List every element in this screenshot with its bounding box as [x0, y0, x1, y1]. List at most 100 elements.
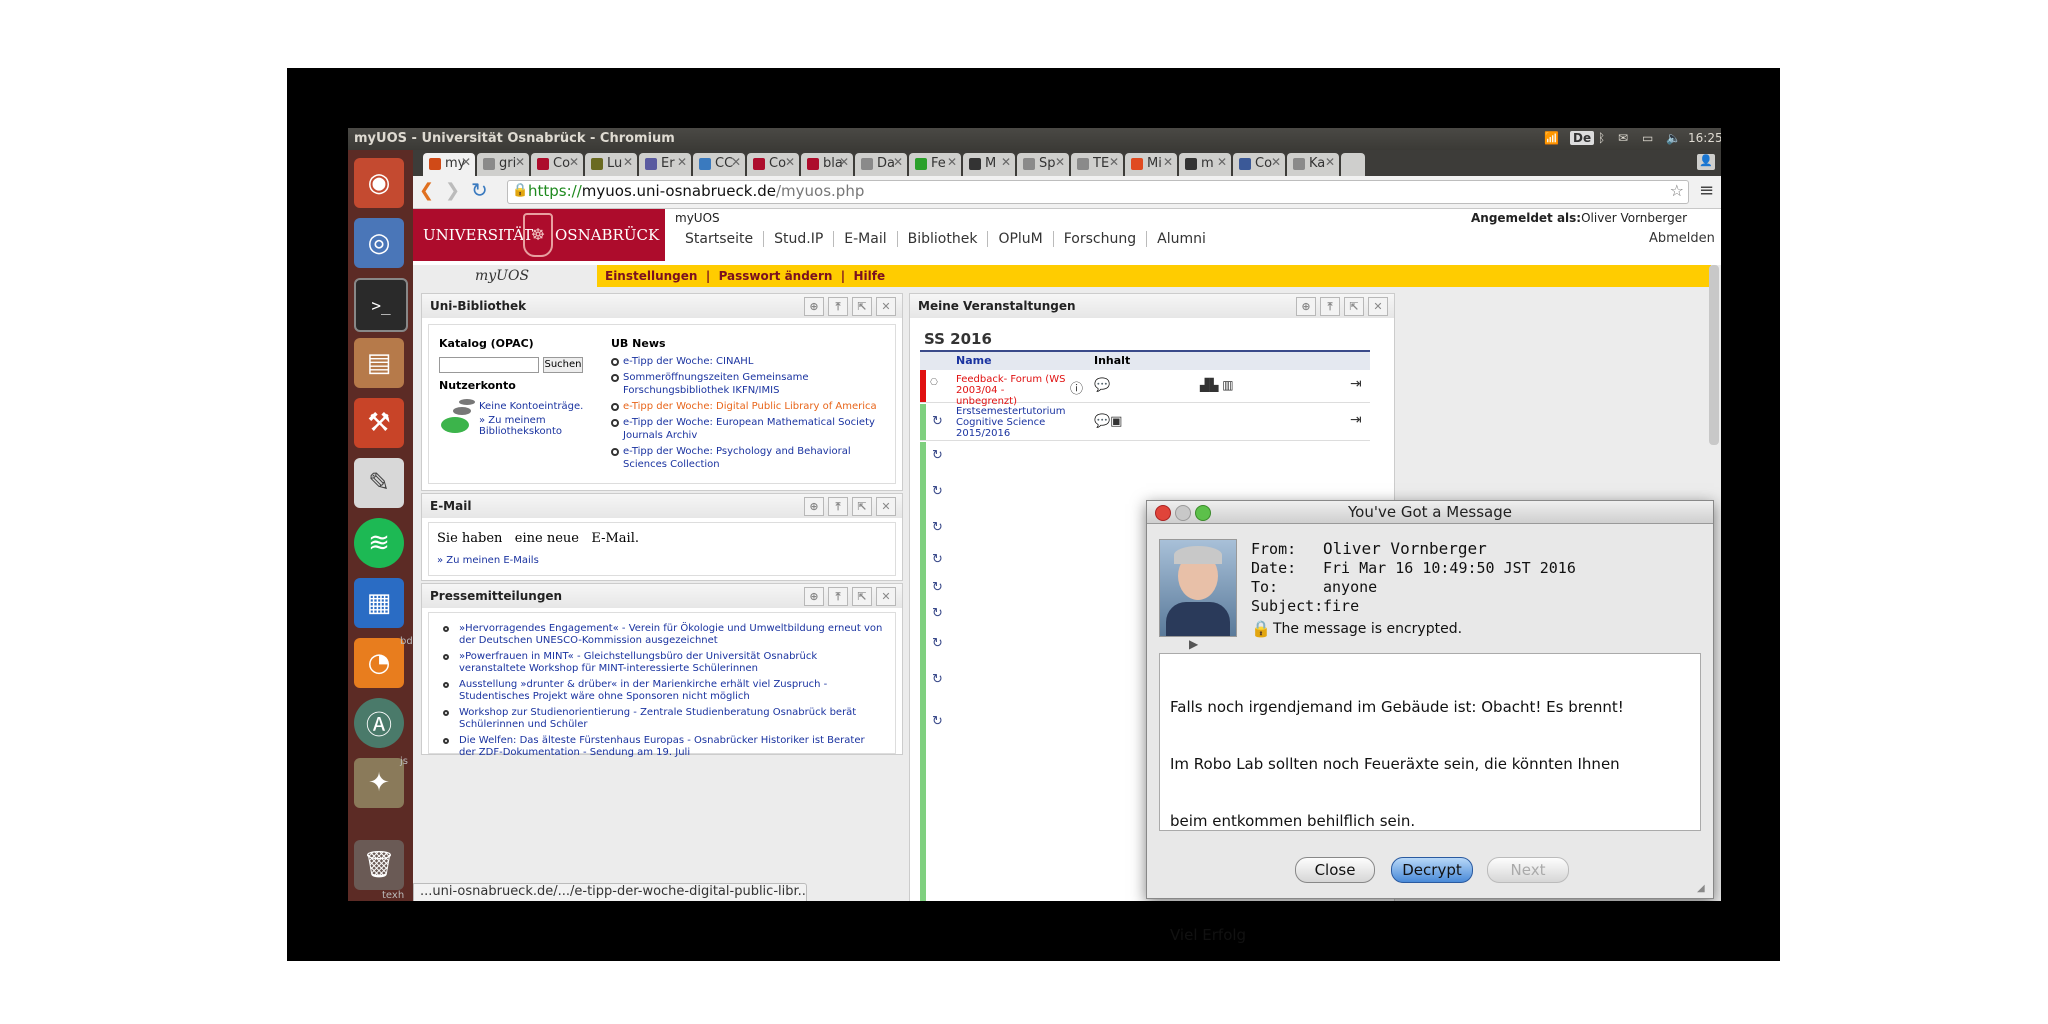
bluetooth-icon[interactable]: ᛒ — [1598, 131, 1605, 145]
detach-icon[interactable]: ⇱ — [1344, 297, 1364, 316]
tab[interactable]: CC ✕ — [693, 153, 745, 176]
tab[interactable]: m ✕ — [1179, 153, 1231, 176]
system-settings-icon[interactable]: ⚒ — [354, 398, 404, 448]
zoom-icon[interactable]: ⊕ — [804, 297, 824, 316]
spotify-icon[interactable]: ≋ — [354, 518, 404, 568]
col-name[interactable]: Name — [956, 354, 992, 367]
course-name-link[interactable]: Feedback- Forum (WS 2003/04 - unbegrenzt… — [956, 374, 1066, 407]
text-editor-icon[interactable]: ✎ — [354, 458, 404, 508]
play-icon[interactable]: ▶ — [1189, 637, 1198, 651]
press-item[interactable]: »Powerfrauen in MINT« - Gleichstellungsb… — [443, 651, 883, 675]
hilfe-link[interactable]: Hilfe — [854, 269, 886, 283]
address-bar[interactable]: 🔒 https://myuos.uni-osnabrueck.de/myuos.… — [507, 180, 1689, 204]
close-button[interactable]: Close — [1295, 857, 1375, 883]
passwort-link[interactable]: Passwort ändern — [719, 269, 833, 283]
tab[interactable]: Ka ✕ — [1287, 153, 1339, 176]
page-scrollbar[interactable] — [1709, 265, 1719, 445]
close-icon[interactable]: ✕ — [876, 587, 896, 606]
zoom-icon[interactable]: ⊕ — [804, 497, 824, 516]
tab[interactable]: bla ✕ — [801, 153, 853, 176]
detach-icon[interactable]: ⇱ — [852, 587, 872, 606]
course-name-link[interactable]: Erstsemestertutorium Cognitive Science 2… — [956, 406, 1065, 439]
tab-active[interactable]: my ✕ — [423, 153, 475, 176]
volume-icon[interactable]: 🔈 — [1666, 131, 1681, 145]
einstellungen-link[interactable]: Einstellungen — [605, 269, 697, 283]
search-button[interactable]: Suchen — [543, 357, 583, 373]
back-icon[interactable]: ❮ — [419, 180, 434, 201]
tab[interactable]: Da ✕ — [855, 153, 907, 176]
tab-close-icon[interactable]: ✕ — [1325, 155, 1335, 169]
chromium-icon[interactable]: ◎ — [354, 218, 404, 268]
profile-icon[interactable]: 👤 — [1697, 154, 1715, 170]
tab-close-icon[interactable]: ✕ — [1217, 155, 1227, 169]
stats-icon[interactable]: ▟▙ ▥ — [1200, 378, 1234, 392]
tab-close-icon[interactable]: ✕ — [677, 155, 687, 169]
tab-close-icon[interactable]: ✕ — [785, 155, 795, 169]
news-item[interactable]: e-Tipp der Woche: CINAHL — [611, 355, 881, 368]
clock[interactable]: 16:25 — [1688, 131, 1721, 145]
resize-grip-icon[interactable]: ◢ — [1697, 883, 1705, 894]
zoom-icon[interactable]: ⊕ — [804, 587, 824, 606]
message-body[interactable]: Falls noch irgendjemand im Gebäude ist: … — [1159, 653, 1701, 944]
libreoffice-writer-icon[interactable]: ▦ — [354, 578, 404, 628]
close-icon[interactable]: ✕ — [876, 497, 896, 516]
tab[interactable]: Co ✕ — [531, 153, 583, 176]
reload-icon[interactable]: ↻ — [471, 178, 488, 202]
leave-course-icon[interactable]: ⇥ — [1350, 412, 1362, 428]
zoom-window-icon[interactable] — [1195, 505, 1211, 521]
next-button[interactable]: Next — [1487, 857, 1569, 883]
logout-link[interactable]: Abmelden — [1649, 231, 1715, 246]
press-item[interactable]: Workshop zur Studienorientierung - Zentr… — [443, 707, 883, 731]
tab[interactable]: Fe ✕ — [909, 153, 961, 176]
nav-startseite[interactable]: Startseite — [685, 231, 765, 247]
trash-icon[interactable]: 🗑 — [354, 840, 404, 890]
nav-studip[interactable]: Stud.IP — [764, 231, 835, 247]
university-logo[interactable]: UNIVERSITÄT ☸ OSNABRÜCK — [413, 209, 665, 261]
tab[interactable]: Sp ✕ — [1017, 153, 1069, 176]
tab[interactable]: M ✕ — [963, 153, 1015, 176]
news-item[interactable]: e-Tipp der Woche: European Mathematical … — [611, 416, 881, 442]
tab[interactable]: TE ✕ — [1071, 153, 1123, 176]
tab[interactable]: Co ✕ — [747, 153, 799, 176]
terminal-icon[interactable]: >_ — [354, 278, 408, 332]
tab[interactable]: Mi ✕ — [1125, 153, 1177, 176]
tab-close-icon[interactable]: ✕ — [947, 155, 957, 169]
tab-close-icon[interactable]: ✕ — [515, 155, 525, 169]
ubuntu-home-icon[interactable]: ◉ — [354, 158, 404, 208]
mail-icon[interactable]: ✉ — [1618, 131, 1628, 145]
forward-icon[interactable]: ❯ — [445, 180, 460, 201]
news-item[interactable]: e-Tipp der Woche: Digital Public Library… — [611, 400, 881, 413]
move-top-icon[interactable]: ⤒ — [828, 497, 848, 516]
blender-icon[interactable]: ◔ — [354, 638, 404, 688]
nav-bibliothek[interactable]: Bibliothek — [898, 231, 989, 247]
catalog-search-input[interactable] — [439, 357, 539, 373]
library-account-link[interactable]: » Zu meinem Bibliothekskonto — [479, 415, 569, 437]
move-top-icon[interactable]: ⤒ — [828, 587, 848, 606]
tab-close-icon[interactable]: ✕ — [1271, 155, 1281, 169]
keyboard-layout[interactable]: De — [1570, 131, 1595, 145]
zoom-icon[interactable]: ⊕ — [1296, 297, 1316, 316]
close-icon[interactable]: ✕ — [876, 297, 896, 316]
tab[interactable]: gri ✕ — [477, 153, 529, 176]
tab-close-icon[interactable]: ✕ — [731, 155, 741, 169]
software-updater-icon[interactable]: Ⓐ — [354, 698, 404, 748]
dialog-titlebar[interactable]: You've Got a Message — [1147, 501, 1713, 524]
nav-email[interactable]: E-Mail — [834, 231, 898, 247]
move-top-icon[interactable]: ⤒ — [1320, 297, 1340, 316]
minimize-window-icon[interactable] — [1175, 505, 1191, 521]
detach-icon[interactable]: ⇱ — [852, 297, 872, 316]
press-item[interactable]: »Hervorragendes Engagement« - Verein für… — [443, 623, 883, 647]
news-item[interactable]: Sommeröffnungszeiten Gemeinsame Forschun… — [611, 371, 881, 397]
nav-forschung[interactable]: Forschung — [1054, 231, 1148, 247]
menu-icon[interactable]: ≡ — [1699, 180, 1714, 201]
tab-close-icon[interactable]: ✕ — [893, 155, 903, 169]
news-item[interactable]: e-Tipp der Woche: Psychology and Behavio… — [611, 445, 881, 471]
tab[interactable]: Co ✕ — [1233, 153, 1285, 176]
new-tab-button[interactable] — [1341, 153, 1365, 176]
tab[interactable]: Lu ✕ — [585, 153, 637, 176]
tab[interactable]: Er ✕ — [639, 153, 691, 176]
tab-close-icon[interactable]: ✕ — [1055, 155, 1065, 169]
close-icon[interactable]: ✕ — [1368, 297, 1388, 316]
leave-course-icon[interactable]: ⇥ — [1350, 376, 1362, 392]
close-window-icon[interactable] — [1155, 505, 1171, 521]
